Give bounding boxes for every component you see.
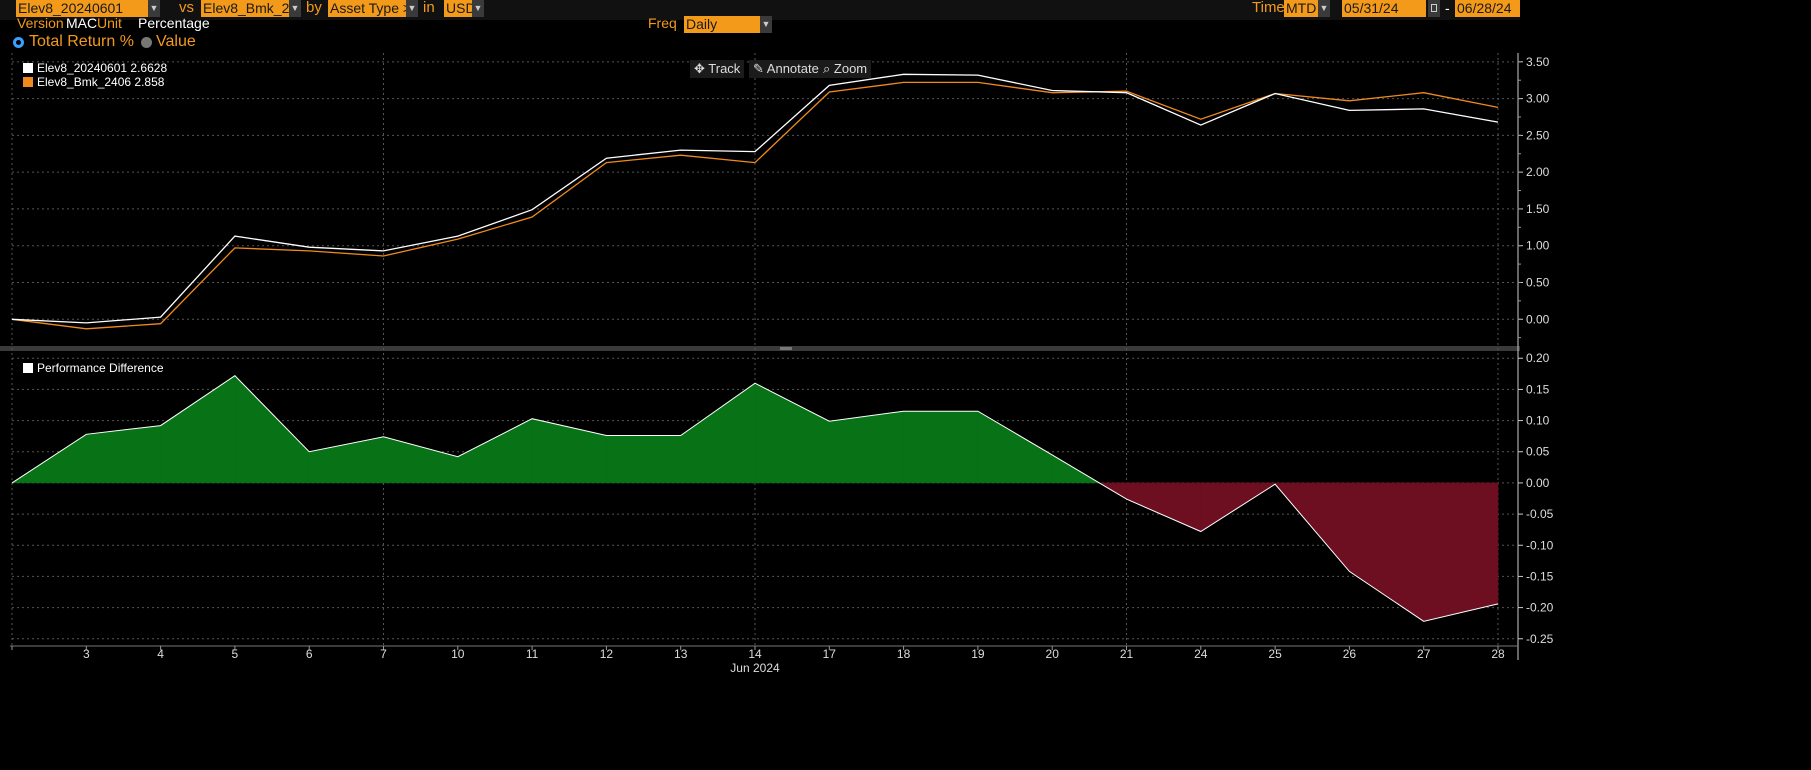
- y-tick-label: 0.15: [1526, 382, 1550, 396]
- x-tick-label: 13: [674, 647, 688, 661]
- difference-legend-label: Performance Difference: [37, 361, 164, 375]
- y-tick-label: -0.15: [1526, 569, 1554, 583]
- track-label: Track: [708, 61, 741, 76]
- x-tick-label: 19: [971, 647, 985, 661]
- positive-area-segment: [606, 435, 681, 484]
- y-tick-label: 2.50: [1526, 128, 1550, 142]
- x-tick-label: 24: [1194, 647, 1208, 661]
- top-legend: Elev8_20240601 2.6628Elev8_Bmk_2406 2.85…: [23, 61, 167, 89]
- y-tick-label: -0.10: [1526, 538, 1554, 552]
- annotate-icon: ✎: [753, 61, 767, 76]
- y-tick-label: 1.50: [1526, 202, 1550, 216]
- portfolio-legend-label: Elev8_20240601 2.6628: [37, 61, 167, 75]
- benchmark-legend-label: Elev8_Bmk_2406 2.858: [37, 75, 165, 89]
- x-tick-label: 17: [823, 647, 837, 661]
- y-tick-label: -0.25: [1526, 632, 1554, 646]
- difference-legend-swatch: [23, 363, 33, 373]
- annotate-label: Annotate: [766, 61, 819, 76]
- portfolio-legend-swatch: [23, 63, 33, 73]
- x-tick-label: 28: [1491, 647, 1505, 661]
- x-tick-label: 12: [600, 647, 614, 661]
- y-tick-label: 1.00: [1526, 239, 1550, 253]
- y-tick-label: -0.05: [1526, 507, 1554, 521]
- x-tick-label: 20: [1046, 647, 1060, 661]
- x-tick-label: 26: [1343, 647, 1357, 661]
- y-tick-label: 0.00: [1526, 312, 1550, 326]
- y-tick-label: 0.50: [1526, 275, 1550, 289]
- y-tick-label: 3.00: [1526, 92, 1550, 106]
- negative-area-segment: [1423, 482, 1499, 622]
- bottom-legend: Performance Difference: [23, 361, 164, 375]
- y-tick-label: 3.50: [1526, 55, 1550, 69]
- x-tick-label: 6: [306, 647, 313, 661]
- x-tick-label: 14: [748, 647, 762, 661]
- zoom-button[interactable]: ⌕ Zoom: [819, 60, 872, 78]
- splitter-grip-icon: [780, 347, 792, 350]
- benchmark-legend-swatch: [23, 77, 33, 87]
- y-tick-label: 0.00: [1526, 476, 1550, 490]
- x-tick-label: 18: [897, 647, 911, 661]
- x-tick-label: 5: [232, 647, 239, 661]
- x-tick-label: 25: [1268, 647, 1282, 661]
- track-icon: ✥: [694, 61, 709, 76]
- positive-area-segment: [903, 410, 979, 484]
- x-tick-label: 4: [157, 647, 164, 661]
- y-tick-label: 0.05: [1526, 445, 1550, 459]
- y-tick-label: 2.00: [1526, 165, 1550, 179]
- y-tick-label: 0.10: [1526, 414, 1550, 428]
- annotate-button[interactable]: ✎ Annotate: [749, 60, 823, 78]
- y-tick-label: -0.20: [1526, 601, 1554, 615]
- x-axis-label: Jun 2024: [730, 661, 780, 675]
- x-tick-label: 7: [380, 647, 387, 661]
- x-tick-label: 10: [451, 647, 465, 661]
- y-tick-label: 0.20: [1526, 351, 1550, 365]
- zoom-label: Zoom: [833, 61, 868, 76]
- right-margin: [1520, 0, 1811, 770]
- x-tick-label: 3: [83, 647, 90, 661]
- positive-area-segment: [829, 410, 904, 484]
- track-button[interactable]: ✥ Track: [690, 60, 745, 78]
- performance-chart[interactable]: 0.00 0.50 1.00 1.50 2.00 2.50 3.00 3.50 -0.25 -0.…: [0, 0, 1811, 770]
- x-tick-label: 27: [1417, 647, 1431, 661]
- positive-area-segment: [86, 425, 161, 484]
- x-tick-label: 21: [1120, 647, 1134, 661]
- zoom-icon: ⌕: [823, 61, 834, 76]
- x-tick-label: 11: [526, 647, 539, 661]
